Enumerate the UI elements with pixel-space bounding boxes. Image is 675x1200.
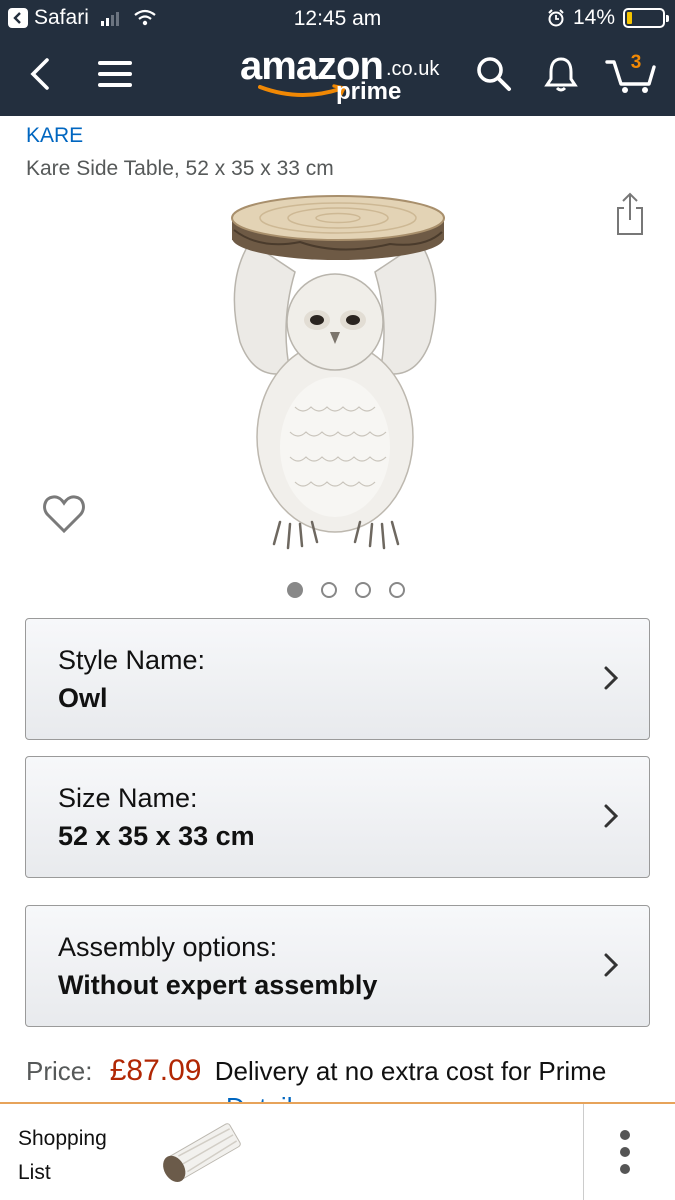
shopping-list-bar: Shopping List bbox=[0, 1102, 675, 1200]
carousel-dot-4[interactable] bbox=[388, 582, 405, 598]
option-value: Without expert assembly bbox=[58, 970, 378, 1000]
search-icon[interactable] bbox=[472, 52, 516, 96]
option-label: Size Name: bbox=[58, 783, 198, 813]
battery-icon bbox=[623, 8, 669, 28]
option-label: Style Name: bbox=[58, 645, 206, 675]
bottom-divider bbox=[583, 1104, 584, 1200]
option-label: Assembly options: bbox=[58, 932, 278, 962]
nav-bar: amazon .co.uk prime 3 bbox=[0, 38, 675, 116]
battery-percent: 14% bbox=[572, 6, 615, 29]
chevron-right-icon bbox=[604, 666, 619, 690]
style-name-selector[interactable]: Style Name: Owl bbox=[25, 618, 650, 740]
back-icon[interactable] bbox=[18, 52, 62, 96]
shopping-list-thumbnail[interactable] bbox=[150, 1112, 246, 1200]
bell-icon[interactable] bbox=[539, 52, 583, 96]
alarm-icon bbox=[548, 9, 564, 27]
price-row: Price: £87.09 Delivery at no extra cost … bbox=[26, 1054, 606, 1088]
option-value: Owl bbox=[58, 683, 108, 713]
shopping-list-label[interactable]: Shopping List bbox=[18, 1122, 138, 1190]
assembly-options-selector[interactable]: Assembly options: Without expert assembl… bbox=[25, 905, 650, 1027]
product-title: Kare Side Table, 52 x 35 x 33 cm bbox=[26, 157, 334, 180]
price-label: Price: bbox=[26, 1056, 93, 1086]
size-name-selector[interactable]: Size Name: 52 x 35 x 33 cm bbox=[25, 756, 650, 878]
wishlist-heart-icon[interactable] bbox=[42, 494, 86, 539]
chevron-right-icon bbox=[604, 804, 619, 828]
delivery-text: Delivery at no extra cost for Prime bbox=[214, 1056, 607, 1086]
product-image[interactable] bbox=[220, 192, 450, 557]
menu-icon[interactable] bbox=[93, 52, 137, 96]
brand-link[interactable]: KARE bbox=[26, 124, 83, 148]
cart-count-badge: 3 bbox=[630, 52, 642, 73]
logo-prime: prime bbox=[336, 78, 402, 105]
amazon-prime-logo[interactable]: amazon .co.uk prime bbox=[238, 44, 448, 108]
cart-icon[interactable]: 3 bbox=[604, 52, 658, 96]
share-icon[interactable] bbox=[612, 192, 648, 241]
more-options-icon[interactable] bbox=[620, 1130, 630, 1174]
price-value: £87.09 bbox=[109, 1054, 202, 1087]
carousel-dot-3[interactable] bbox=[354, 582, 371, 598]
option-value: 52 x 35 x 33 cm bbox=[58, 821, 255, 851]
image-carousel-dots bbox=[0, 582, 675, 598]
chevron-right-icon bbox=[604, 953, 619, 977]
status-right: 14% bbox=[547, 6, 669, 30]
status-bar: Safari 12:45 am 14% bbox=[0, 0, 675, 38]
carousel-dot-1[interactable] bbox=[286, 582, 303, 598]
carousel-dot-2[interactable] bbox=[320, 582, 337, 598]
